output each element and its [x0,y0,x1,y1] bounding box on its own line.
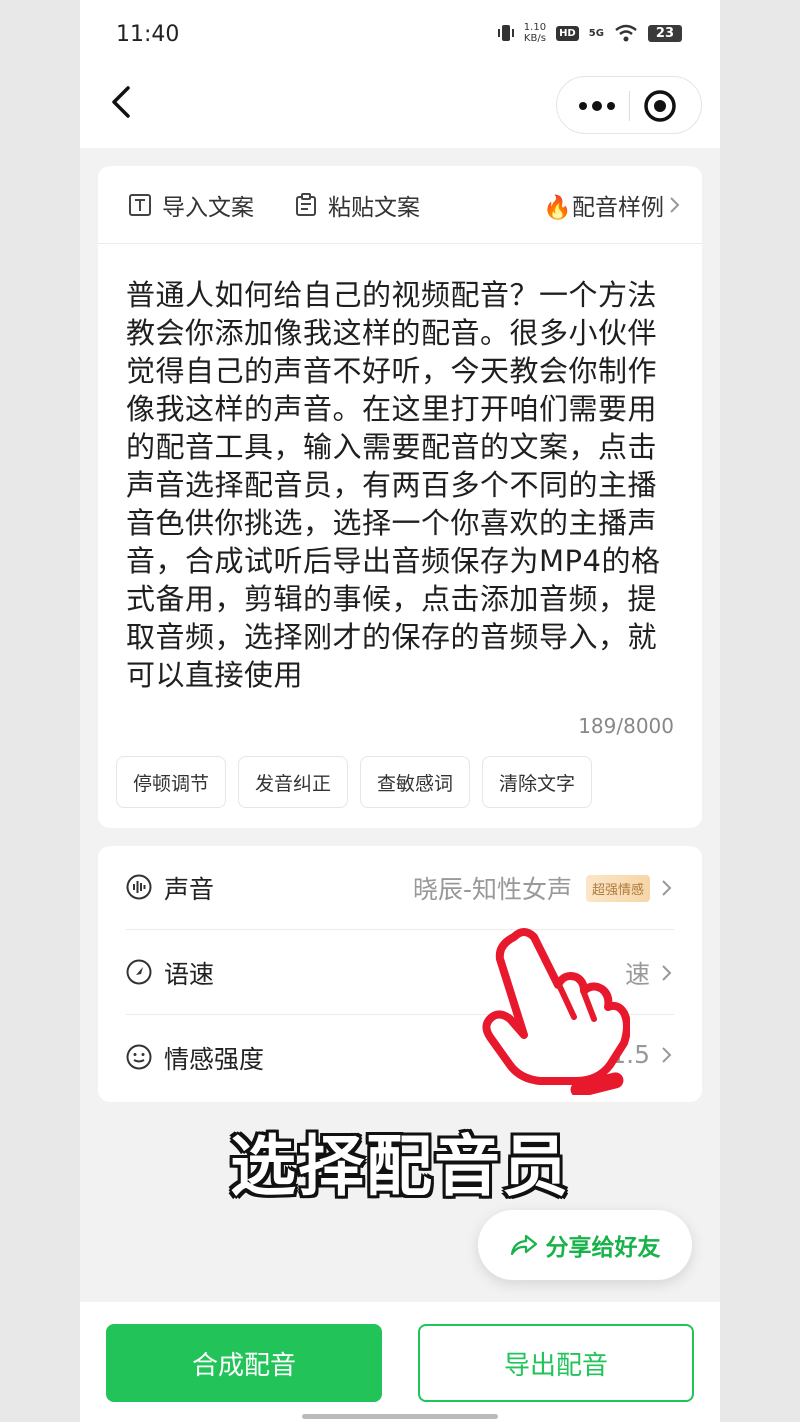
voice-label: 声音 [164,875,215,904]
net-speed-value: 1.10 [523,22,547,33]
share-to-friends-button[interactable]: 分享给好友 [478,1210,692,1280]
net-speed-unit: KB/s [523,33,546,44]
import-text-label: 导入文案 [162,195,254,221]
vibrate-icon [497,25,514,41]
editor-toolbar: 导入文案 粘贴文案 🔥配音样例 [98,166,702,244]
nav-bar [80,70,720,148]
export-button[interactable]: 导出配音 [418,1324,694,1402]
speed-value-group: 速 [625,955,674,991]
bottom-action-bar: 合成配音 导出配音 [80,1302,720,1422]
pointing-hand-icon [482,928,630,1095]
script-text-area[interactable]: 普通人如何给自己的视频配音？一个方法教会你添加像我这样的配音。很多小伙伴觉得自己… [126,276,686,694]
status-icons: 1.10 KB/s HD 5G 23 [497,22,682,44]
voice-value-group: 晓辰-知性女声 超强情感 [413,870,674,906]
more-dots-icon[interactable] [575,91,619,121]
voice-setting-row[interactable]: 声音 晓辰-知性女声 超强情感 [126,846,674,930]
speedometer-icon [126,959,152,985]
left-background [0,0,80,1422]
right-background [720,0,800,1422]
clear-text-button[interactable]: 清除文字 [482,756,593,808]
mini-program-capsule [556,76,702,134]
paste-text-button[interactable]: 粘贴文案 [294,188,420,222]
speed-label: 语速 [164,960,215,989]
pronunciation-fix-button[interactable]: 发音纠正 [238,756,349,808]
video-subtitle: 选择配音员 [230,1128,570,1205]
target-close-icon[interactable] [643,89,677,123]
chevron-right-icon [662,880,672,896]
net-speed: 1.10 KB/s [524,22,546,44]
signal-label: 5G [588,27,604,39]
voice-value: 晓辰-知性女声 [412,875,572,904]
battery-indicator: 23 [647,24,682,42]
voice-samples-label: 🔥配音样例 [543,195,664,221]
voice-samples-link[interactable]: 🔥配音样例 [543,188,682,222]
pause-adjust-button[interactable]: 停顿调节 [116,756,227,808]
share-arrow-icon [510,1234,537,1256]
phone-screen: 11:40 1.10 KB/s HD 5G 23 导入文案 粘贴文案 🔥配音样例… [80,0,720,1422]
smiley-icon [126,1044,152,1070]
synthesize-button[interactable]: 合成配音 [106,1324,382,1402]
chevron-left-icon[interactable] [108,82,138,122]
chevron-right-icon [670,197,680,213]
char-count: 189/8000 [578,714,674,738]
editor-card: 导入文案 粘贴文案 🔥配音样例 普通人如何给自己的视频配音？一个方法教会你添加像… [98,166,702,828]
hd-badge: HD [556,25,579,41]
status-time: 11:40 [116,22,180,47]
home-indicator[interactable] [302,1414,498,1419]
emotion-badge: 超强情感 [585,874,650,902]
clipboard-icon [296,193,316,216]
status-bar: 11:40 1.10 KB/s HD 5G 23 [80,0,720,70]
emotion-label: 情感强度 [164,1045,265,1074]
share-label: 分享给好友 [545,1235,661,1261]
chevron-right-icon [662,965,672,981]
import-text-button[interactable]: 导入文案 [128,188,254,222]
capsule-divider [629,91,630,121]
paste-text-label: 粘贴文案 [328,195,420,221]
sensitive-words-button[interactable]: 查敏感词 [360,756,471,808]
wifi-icon [615,24,637,42]
chevron-right-icon [662,1046,672,1063]
editor-tools-row: 停顿调节 发音纠正 查敏感词 清除文字 [116,756,593,808]
sound-wave-icon [126,874,152,900]
text-box-icon [129,194,151,216]
